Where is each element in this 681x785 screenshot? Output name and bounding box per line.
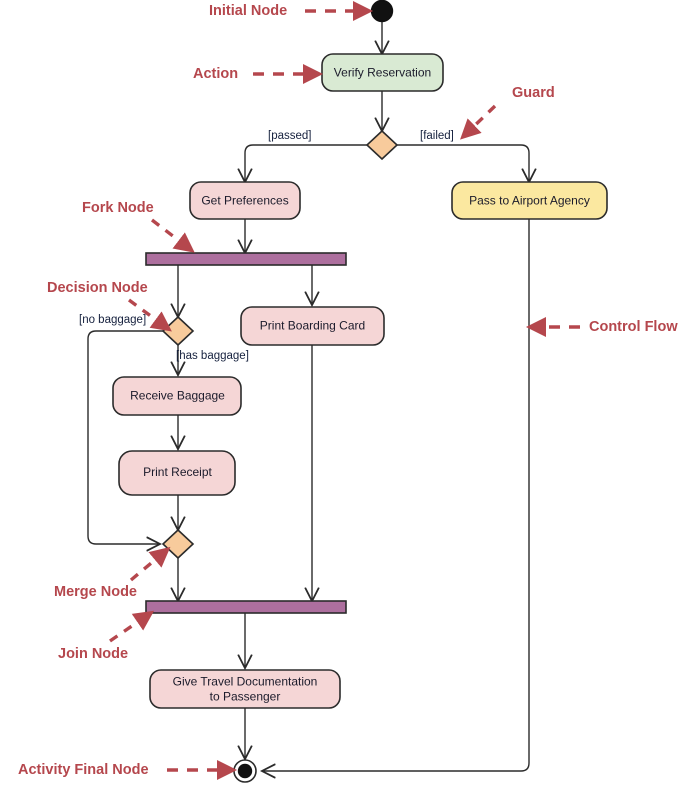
annotation-fork-node-arrow <box>150 218 195 253</box>
annotation-initial-node: Initial Node <box>209 0 374 22</box>
guard-no-baggage-label: [no baggage] <box>79 314 146 326</box>
annotation-initial-node-label: Initial Node <box>209 3 287 19</box>
annotation-action-label: Action <box>193 66 238 82</box>
guard-has-baggage-label: [has baggage] <box>176 350 249 362</box>
annotation-control-flow: Control Flow <box>525 316 678 338</box>
annotation-merge-node-label: Merge Node <box>54 584 137 600</box>
annotation-join-node: Join Node <box>58 610 155 662</box>
action-give-travel-documentation-label-line1: Give Travel Documentation <box>173 675 318 689</box>
guard-passed-label: [passed] <box>268 130 311 142</box>
edge-decision-to-get-preferences <box>245 144 367 182</box>
annotation-join-node-arrow <box>109 610 155 643</box>
annotation-activity-final-node-label: Activity Final Node <box>18 762 149 778</box>
initial-node[interactable] <box>370 0 394 23</box>
edge-decision-to-pass-agency <box>397 144 529 182</box>
annotation-merge-node: Merge Node <box>54 546 171 600</box>
action-get-preferences-label: Get Preferences <box>201 194 288 208</box>
annotation-fork-node: Fork Node <box>82 200 195 253</box>
action-verify-reservation-label: Verify Reservation <box>334 66 431 80</box>
action-print-receipt[interactable]: Print Receipt <box>118 450 236 496</box>
annotation-action: Action <box>193 63 324 85</box>
annotation-activity-final-node: Activity Final Node <box>18 759 238 781</box>
action-give-travel-documentation[interactable]: Give Travel Documentation to Passenger <box>149 669 341 709</box>
annotation-join-node-label: Join Node <box>58 646 128 662</box>
decision-node-baggage[interactable] <box>161 315 195 347</box>
uml-activity-diagram: Verify Reservation [passed] [failed] Get… <box>18 0 678 783</box>
annotation-fork-node-label: Fork Node <box>82 200 154 216</box>
action-get-preferences[interactable]: Get Preferences <box>189 181 301 220</box>
fork-node[interactable] <box>145 252 347 266</box>
action-print-receipt-label: Print Receipt <box>143 465 212 479</box>
join-node[interactable] <box>145 600 347 614</box>
action-print-boarding-card[interactable]: Print Boarding Card <box>240 306 385 346</box>
guard-failed-label: [failed] <box>420 130 454 142</box>
action-verify-reservation[interactable]: Verify Reservation <box>321 53 444 92</box>
action-print-boarding-card-label: Print Boarding Card <box>260 319 365 333</box>
annotation-guard-label: Guard <box>512 85 555 101</box>
annotation-merge-node-arrow <box>129 546 171 582</box>
action-give-travel-documentation-label-line2: to Passenger <box>210 690 281 704</box>
annotation-control-flow-label: Control Flow <box>589 319 678 335</box>
activity-diagram-canvas: Verify Reservation [passed] [failed] Get… <box>0 0 681 785</box>
action-pass-to-airport-agency-label: Pass to Airport Agency <box>469 194 590 208</box>
decision-node-verify[interactable] <box>365 129 399 161</box>
annotation-guard-arrow <box>460 104 497 140</box>
annotation-guard: Guard <box>460 85 555 140</box>
merge-node[interactable] <box>161 528 195 560</box>
edge-no-baggage-to-merge <box>87 330 163 544</box>
activity-final-node[interactable] <box>233 759 257 783</box>
action-receive-baggage-label: Receive Baggage <box>130 389 225 403</box>
action-receive-baggage[interactable]: Receive Baggage <box>112 376 242 416</box>
action-pass-to-airport-agency[interactable]: Pass to Airport Agency <box>451 181 608 220</box>
annotation-decision-node-label: Decision Node <box>47 280 148 296</box>
